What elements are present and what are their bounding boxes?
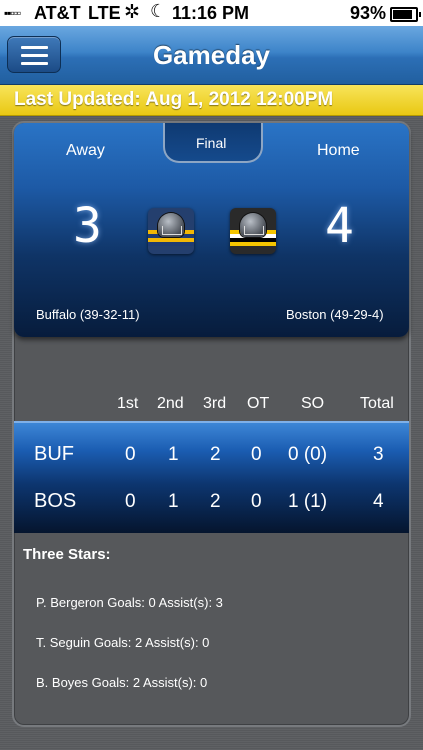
status-bar: ▪▪▫▫▫ AT&T LTE ✲ ☾ 11:16 PM 93% [0,0,423,26]
period-header-3rd: 3rd [203,395,227,412]
last-updated-banner: Last Updated: Aug 1, 2012 12:00PM [0,85,423,116]
list-item: T. Seguin Goals: 2 Assist(s): 0 [36,635,210,650]
period-header-so: SO [301,395,325,412]
score-cell: 2 [210,444,221,465]
away-score: 3 [73,198,102,254]
page-title: Gameday [152,40,271,70]
away-label: Away [66,142,105,159]
score-cell: 2 [210,491,221,512]
score-cell: 1 [168,444,179,465]
period-header-2nd: 2nd [157,395,184,412]
score-cell: 1 [168,491,179,512]
game-status-label: Final [196,135,227,151]
score-cell: 0 (0) [288,444,328,465]
score-cell: 0 [251,444,262,465]
navigation-bar: Gameday [0,26,423,85]
score-cell: 3 [373,444,384,465]
battery-fill [393,10,412,19]
carrier-name: AT&T [34,3,81,23]
score-cell: 0 [251,491,262,512]
score-cell: 0 [125,444,136,465]
period-header-1st: 1st [117,395,139,412]
boston-team-logo-icon [230,208,276,254]
do-not-disturb-moon-icon: ☾ [150,1,167,21]
battery-icon [390,7,421,22]
home-team-record: Boston (49-29-4) [286,307,384,322]
status-time: 11:16 PM [172,3,250,23]
home-label: Home [317,142,360,159]
linescore-table [14,421,409,533]
team-abbreviation: BOS [34,490,77,512]
home-score: 4 [325,198,354,254]
three-stars-heading: Three Stars: [23,546,111,563]
score-cell: 0 [125,491,136,512]
away-team-record: Buffalo (39-32-11) [36,307,140,322]
list-item: P. Bergeron Goals: 0 Assist(s): 3 [36,595,223,610]
period-header-total: Total [360,395,394,412]
list-item: B. Boyes Goals: 2 Assist(s): 0 [36,675,208,690]
last-updated-text: Last Updated: Aug 1, 2012 12:00PM [14,89,334,110]
battery-percent: 93% [350,3,387,23]
score-cell: 1 (1) [288,491,328,512]
activity-spinner-icon: ✲ [124,2,140,23]
team-abbreviation: BUF [34,443,74,465]
score-cell: 4 [373,491,384,512]
network-type: LTE [88,3,121,23]
period-header-ot: OT [247,395,270,412]
buffalo-team-logo-icon [148,208,194,254]
signal-strength-icon: ▪▪▫▫▫ [4,6,21,20]
